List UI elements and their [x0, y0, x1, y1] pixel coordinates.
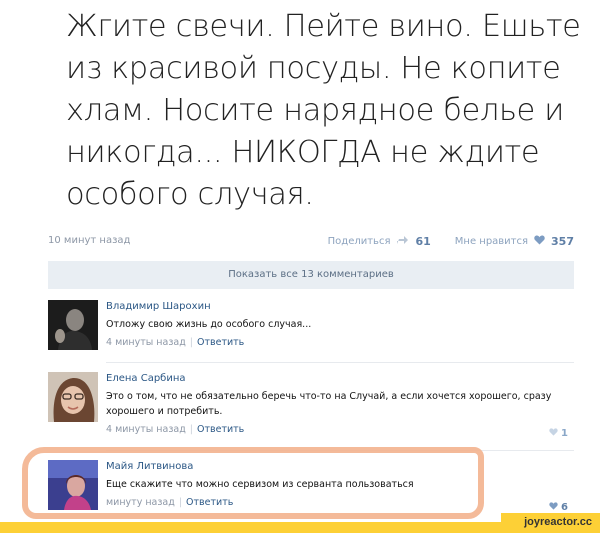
- heart-icon[interactable]: [534, 235, 545, 248]
- separator: |: [189, 337, 193, 348]
- post-actions: Поделиться 61 Мне нравится 357: [328, 235, 574, 248]
- highlight-circle: [22, 447, 484, 519]
- avatar[interactable]: [48, 372, 98, 422]
- heart-icon: [549, 428, 558, 439]
- comment-footer: 4 минуты назад | Ответить: [106, 423, 566, 436]
- comment-like-count: 1: [561, 428, 568, 439]
- comment-body: Владимир Шарохин Отложу свою жизнь до ос…: [106, 300, 566, 349]
- like-button[interactable]: Мне нравится: [455, 236, 528, 247]
- like-count: 357: [551, 235, 574, 248]
- post-text: Жгите свечи. Пейте вино. Ешьте из красив…: [66, 9, 581, 212]
- comment-like-button[interactable]: 6: [549, 502, 568, 513]
- comment-author[interactable]: Владимир Шарохин: [106, 300, 566, 313]
- reply-link[interactable]: Ответить: [197, 424, 244, 435]
- avatar[interactable]: [48, 300, 98, 350]
- watermark-logo: joyreactor.cc: [524, 516, 592, 528]
- comment-like-count: 6: [561, 502, 568, 513]
- comment-body: Елена Сарбина Это о том, что не обязател…: [106, 372, 566, 436]
- comment-time[interactable]: 4 минуты назад: [106, 424, 186, 435]
- reply-link[interactable]: Ответить: [197, 337, 244, 348]
- share-icon[interactable]: [396, 235, 409, 248]
- comment-text: Это о том, что не обязательно беречь что…: [106, 391, 552, 417]
- comment-time[interactable]: 4 минуты назад: [106, 337, 186, 348]
- show-all-comments-button[interactable]: Показать все 13 комментариев: [48, 261, 574, 289]
- comment-item: Владимир Шарохин Отложу свою жизнь до ос…: [48, 300, 574, 360]
- comment-author[interactable]: Елена Сарбина: [106, 372, 566, 385]
- comment-text: Отложу свою жизнь до особого случая...: [106, 319, 312, 330]
- comment-like-button[interactable]: 1: [549, 428, 568, 439]
- divider: [106, 362, 574, 363]
- heart-icon: [549, 502, 558, 513]
- share-count: 61: [415, 235, 431, 248]
- separator: |: [189, 424, 193, 435]
- comment-footer: 4 минуты назад | Ответить: [106, 336, 566, 349]
- share-button[interactable]: Поделиться: [328, 236, 391, 247]
- comment-item: Елена Сарбина Это о том, что не обязател…: [48, 372, 574, 442]
- post-time[interactable]: 10 минут назад: [48, 235, 130, 246]
- post-meta: 10 минут назад Поделиться 61 Мне нравитс…: [48, 235, 574, 251]
